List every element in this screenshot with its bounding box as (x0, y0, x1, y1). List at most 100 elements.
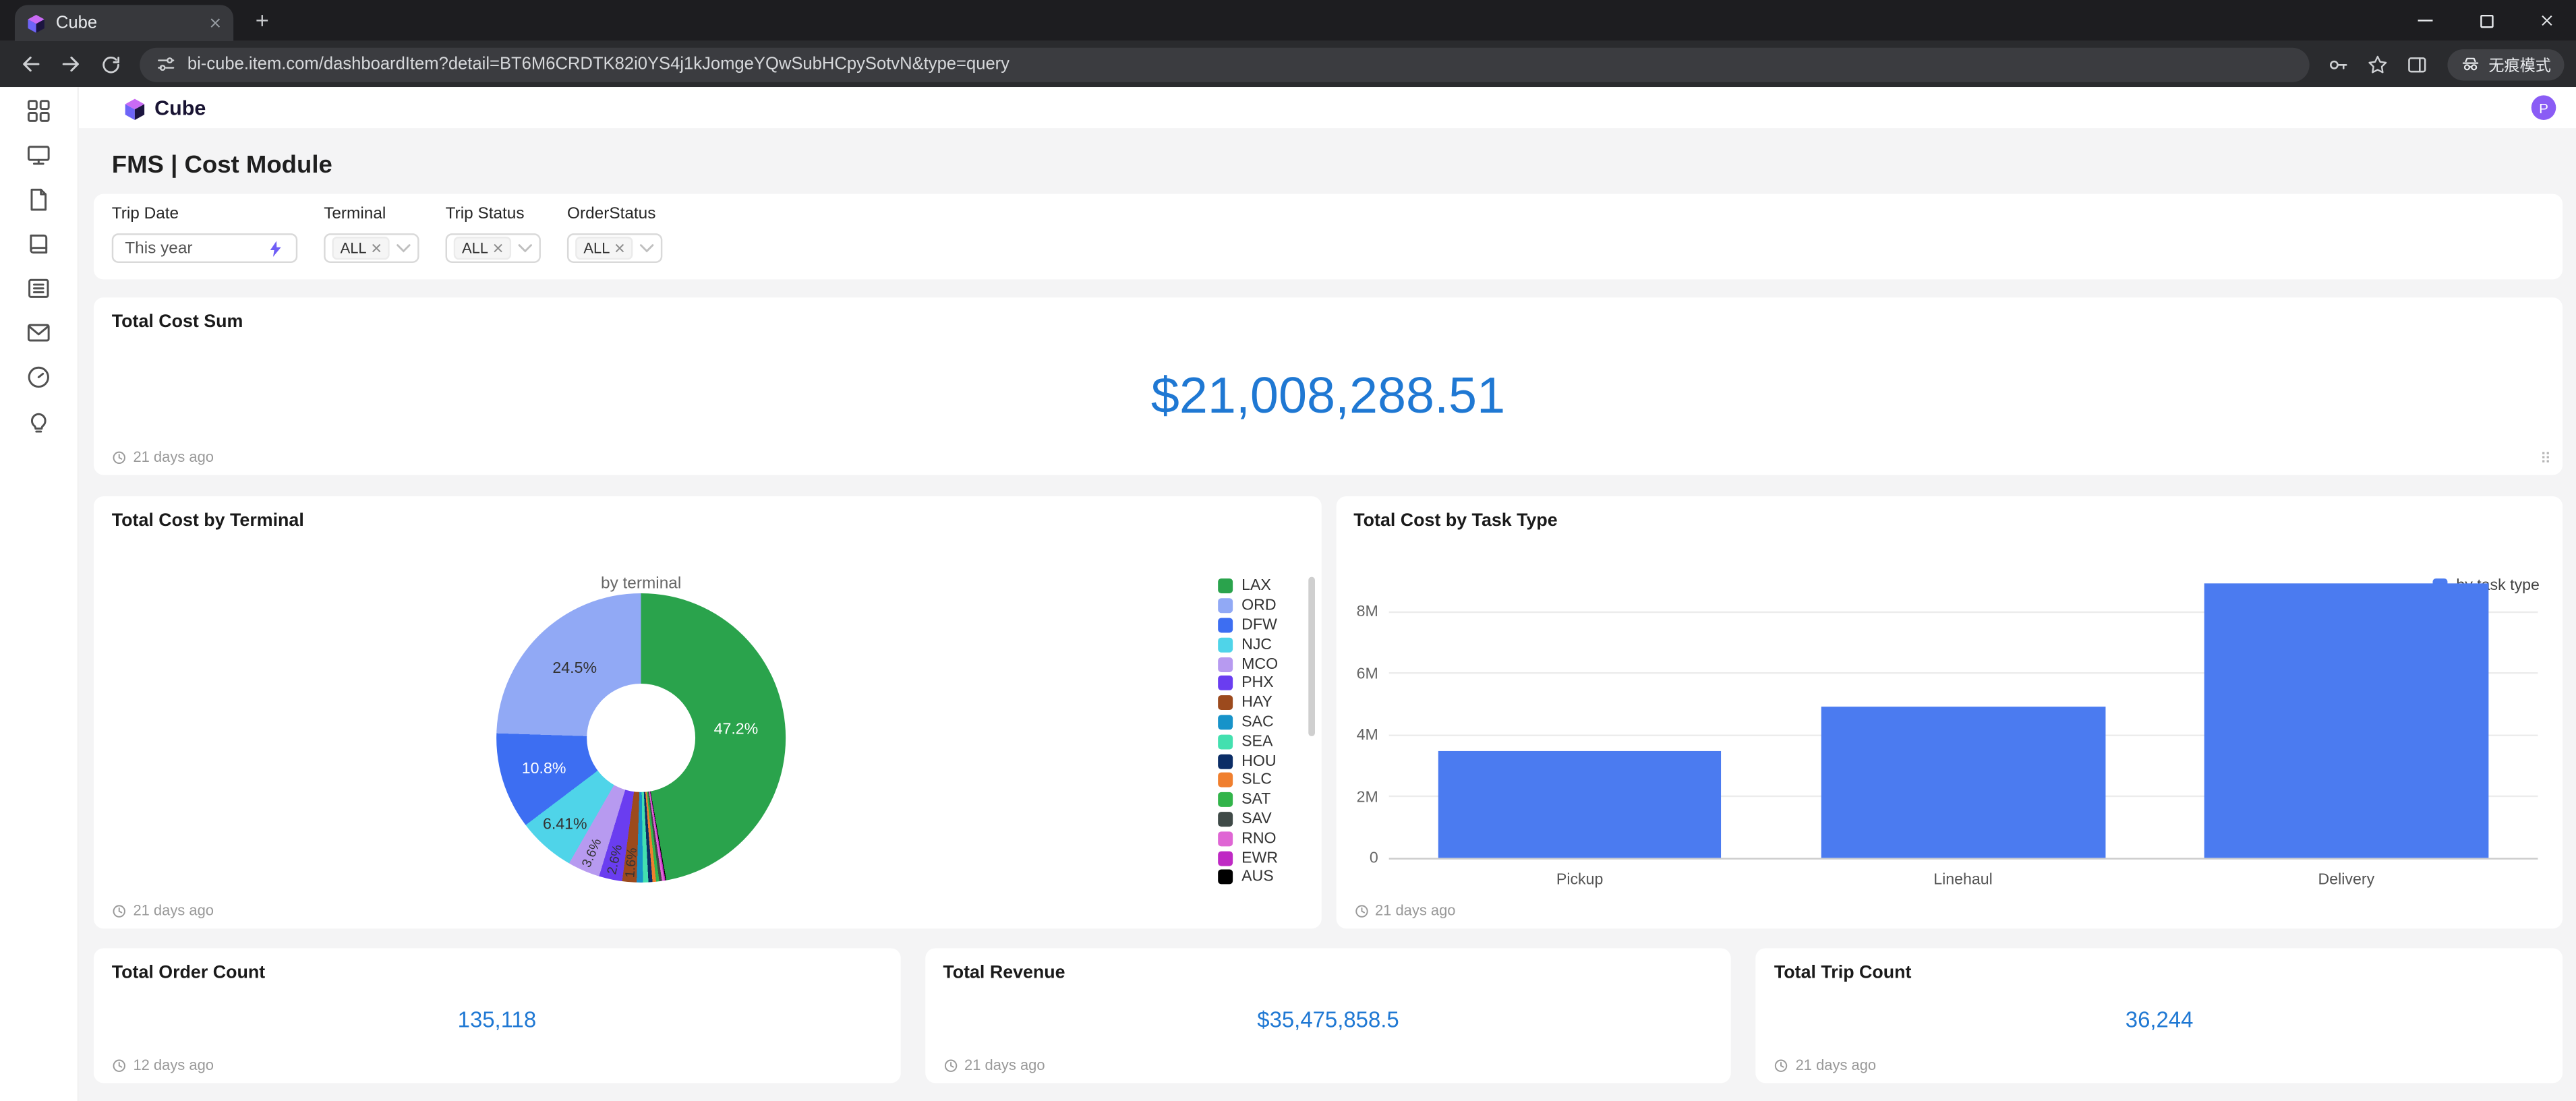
total-revenue-value: $35,475,858.5 (925, 1007, 1732, 1032)
terminal-donut-chart[interactable] (496, 593, 786, 883)
legend-swatch (1219, 754, 1233, 769)
password-manager-button[interactable] (2321, 46, 2358, 82)
sidebar-item-gauge[interactable] (16, 365, 61, 390)
browser-tabstrip: Cube (0, 0, 2576, 41)
last-updated: 21 days ago (112, 902, 214, 918)
sidebar-item-book[interactable] (16, 232, 61, 257)
legend-item-sea[interactable]: SEA (1219, 732, 1278, 752)
x-tick-label: Pickup (1388, 871, 1771, 889)
total-cost-sum-value: $21,008,288.51 (94, 347, 2563, 445)
clock-icon (1353, 903, 1368, 918)
legend-item-lax[interactable]: LAX (1219, 577, 1278, 597)
filter-trip-date: Trip Date This year (112, 206, 297, 263)
back-button[interactable] (13, 46, 50, 82)
close-button[interactable] (2517, 0, 2576, 41)
legend-label: MCO (1241, 655, 1278, 674)
bar-pickup[interactable] (1438, 751, 1722, 858)
legend-item-mco[interactable]: MCO (1219, 655, 1278, 674)
sidebar-item-bulb[interactable] (16, 409, 61, 434)
y-tick-label: 4M (1357, 726, 1378, 744)
trip-status-select[interactable]: ALL (446, 233, 541, 263)
legend-swatch (1219, 734, 1233, 749)
legend-label: SAT (1241, 791, 1270, 809)
legend-swatch (1219, 812, 1233, 827)
legend-label: EWR (1241, 849, 1278, 867)
legend-item-rno[interactable]: RNO (1219, 829, 1278, 848)
maximize-button[interactable] (2456, 0, 2517, 41)
x-axis-labels: PickupLinehaulDelivery (1388, 871, 2538, 889)
legend-label: LAX (1241, 578, 1271, 596)
legend-item-sat[interactable]: SAT (1219, 790, 1278, 810)
tab-close-icon[interactable] (209, 16, 223, 30)
legend-swatch (1219, 579, 1233, 594)
selected-tag[interactable]: ALL (454, 237, 511, 260)
selected-tag[interactable]: ALL (575, 237, 633, 260)
bar-linehaul[interactable] (1821, 707, 2105, 858)
avatar[interactable]: P (2531, 95, 2556, 120)
clock-icon (112, 450, 127, 465)
sidebar-item-screen[interactable] (16, 143, 61, 168)
selected-tag[interactable]: ALL (332, 237, 389, 260)
legend-label: PHX (1241, 674, 1274, 692)
avatar-initial: P (2539, 99, 2548, 115)
legend-item-njc[interactable]: NJC (1219, 635, 1278, 655)
legend-scrollbar[interactable] (1308, 577, 1314, 736)
legend-item-phx[interactable]: PHX (1219, 674, 1278, 693)
refresh-button[interactable] (92, 46, 129, 82)
legend-label: AUS (1241, 868, 1274, 887)
legend-item-dfw[interactable]: DFW (1219, 616, 1278, 635)
drag-handle-icon[interactable]: ⠿ (2540, 450, 2551, 469)
legend-item-ewr[interactable]: EWR (1219, 848, 1278, 868)
card-title: Total Trip Count (1756, 948, 2563, 982)
mail-icon (26, 320, 51, 345)
legend-swatch (1219, 773, 1233, 788)
cube-logo[interactable]: Cube (123, 96, 206, 119)
legend-item-slc[interactable]: SLC (1219, 771, 1278, 790)
back-icon (20, 53, 42, 76)
bookmark-button[interactable] (2360, 46, 2397, 82)
address-bar[interactable]: bi-cube.item.com/dashboardItem?detail=BT… (140, 47, 2309, 81)
filter-label: Trip Date (112, 206, 297, 224)
legend-label: NJC (1241, 636, 1272, 654)
orderstatus-select[interactable]: ALL (567, 233, 662, 263)
filter-trip-status: Trip Status ALL (446, 206, 541, 263)
legend-item-hou[interactable]: HOU (1219, 751, 1278, 771)
browser-tab[interactable]: Cube (15, 5, 233, 41)
side-panel-button[interactable] (2400, 46, 2436, 82)
sidebar-item-doc[interactable] (16, 187, 61, 212)
app-sidebar (0, 87, 79, 1101)
y-tick-label: 8M (1357, 603, 1378, 622)
logo-text: Cube (154, 96, 206, 119)
legend-label: SAC (1241, 713, 1274, 732)
total-order-count-card: Total Order Count 135,118 12 days ago (94, 948, 900, 1083)
legend-swatch (1219, 637, 1233, 652)
legend-item-sac[interactable]: SAC (1219, 713, 1278, 732)
site-settings-icon[interactable] (156, 54, 176, 73)
bolt-icon (266, 239, 285, 258)
legend-swatch (1219, 676, 1233, 691)
remove-tag-icon[interactable] (372, 243, 382, 254)
legend-item-hay[interactable]: HAY (1219, 693, 1278, 713)
terminal-select[interactable]: ALL (324, 233, 419, 263)
remove-tag-icon[interactable] (493, 243, 503, 254)
sidebar-item-table[interactable] (16, 276, 61, 301)
legend-label: HAY (1241, 694, 1272, 712)
forward-button[interactable] (53, 46, 89, 82)
sidebar-item-apps[interactable] (16, 98, 61, 123)
legend-item-aus[interactable]: AUS (1219, 868, 1278, 887)
legend-swatch (1219, 657, 1233, 672)
browser-window: Cube bi-cube.item.com/dashbo (0, 0, 2576, 1101)
sidebar-item-mail[interactable] (16, 320, 61, 345)
trip-date-input[interactable]: This year (112, 233, 297, 263)
legend-item-ord[interactable]: ORD (1219, 596, 1278, 616)
minimize-button[interactable] (2395, 0, 2455, 41)
filter-label: Trip Status (446, 206, 541, 224)
star-icon (2368, 53, 2389, 75)
total-cost-by-task-type-card: Total Cost by Task Type by task type 02M… (1335, 496, 2563, 928)
legend-item-sav[interactable]: SAV (1219, 810, 1278, 829)
remove-tag-icon[interactable] (615, 243, 625, 254)
new-tab-button[interactable] (245, 4, 278, 37)
total-trip-count-value: 36,244 (1756, 1007, 2563, 1032)
bar-delivery[interactable] (2204, 584, 2488, 858)
card-title: Total Cost Sum (94, 297, 2563, 332)
